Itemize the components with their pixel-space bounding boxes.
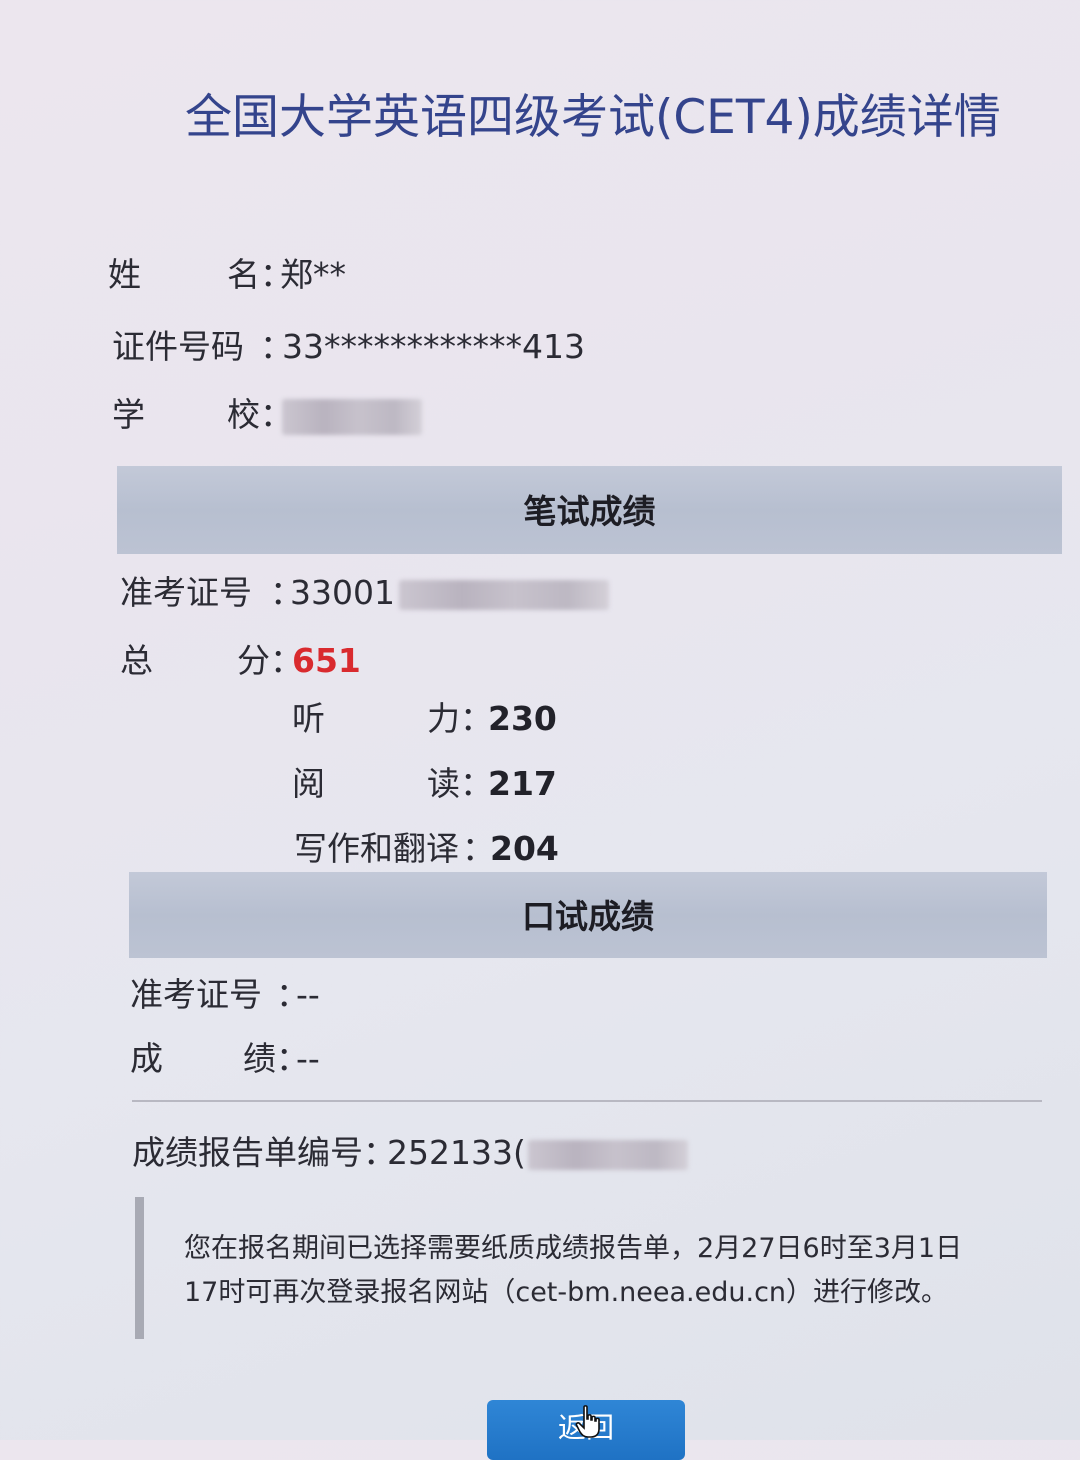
page-title: 全国大学英语四级考试(CET4)成绩详情 bbox=[185, 90, 1001, 145]
colon: ： bbox=[460, 699, 493, 738]
report-number-value: 252133( bbox=[387, 1133, 526, 1172]
name-row: 姓 名 ：郑** bbox=[108, 248, 346, 296]
id-value: 33************413 bbox=[282, 327, 585, 366]
colon: ： bbox=[270, 641, 303, 680]
oral-score-row: 成 绩 ：-- bbox=[130, 1032, 320, 1080]
oral-section-header: 口试成绩 bbox=[129, 872, 1047, 958]
listening-value: 230 bbox=[488, 699, 557, 738]
colon: ： bbox=[260, 327, 293, 366]
school-label: 学 校 bbox=[112, 395, 260, 434]
written-section-header: 笔试成绩 bbox=[117, 466, 1062, 554]
oral-ticket-row: 准考证号 ：-- bbox=[130, 968, 320, 1016]
written-ticket-redacted bbox=[398, 579, 609, 610]
colon: ： bbox=[276, 975, 309, 1014]
colon: ： bbox=[462, 829, 495, 868]
id-label: 证件号码 bbox=[112, 327, 244, 366]
reading-row: 阅 读 ：217 bbox=[292, 757, 557, 805]
writing-row: 写作和翻译：204 bbox=[294, 822, 559, 870]
writing-value: 204 bbox=[490, 829, 559, 868]
notice-box: 您在报名期间已选择需要纸质成绩报告单，2月27日6时至3月1日 17时可再次登录… bbox=[135, 1197, 1004, 1339]
colon: ： bbox=[276, 1039, 309, 1078]
reading-label: 阅 读 bbox=[292, 764, 460, 803]
reading-value: 217 bbox=[488, 764, 557, 803]
total-score-row: 总 分 ：651 bbox=[120, 634, 361, 682]
colon: ： bbox=[270, 573, 303, 612]
divider bbox=[132, 1100, 1042, 1102]
colon: ： bbox=[363, 1133, 396, 1172]
total-label: 总 分 bbox=[120, 641, 270, 680]
school-value-redacted bbox=[282, 398, 422, 435]
writing-label: 写作和翻译 bbox=[294, 829, 459, 868]
oral-score-label: 成 绩 bbox=[130, 1039, 276, 1078]
school-row: 学 校 ： bbox=[112, 388, 422, 436]
listening-row: 听 力 ：230 bbox=[292, 692, 557, 740]
name-value: 郑** bbox=[280, 255, 346, 294]
oral-score-value: -- bbox=[296, 1039, 320, 1078]
report-number-redacted bbox=[527, 1139, 688, 1170]
score-report-page: 全国大学英语四级考试(CET4)成绩详情 姓 名 ：郑** 证件号码 ：33***… bbox=[0, 0, 1080, 1460]
report-number-label: 成绩报告单编号 bbox=[132, 1133, 363, 1172]
hand-cursor-icon bbox=[575, 1405, 600, 1438]
written-ticket-label: 准考证号 bbox=[120, 573, 252, 612]
report-number-row: 成绩报告单编号：252133( bbox=[132, 1126, 688, 1174]
written-ticket-row: 准考证号 ：33001 bbox=[120, 566, 609, 614]
colon: ： bbox=[460, 764, 493, 803]
colon: ： bbox=[260, 395, 293, 434]
oral-ticket-label: 准考证号 bbox=[130, 975, 262, 1014]
written-ticket-value: 33001 bbox=[290, 573, 395, 612]
id-row: 证件号码 ：33************413 bbox=[112, 320, 585, 368]
notice-text: 您在报名期间已选择需要纸质成绩报告单，2月27日6时至3月1日 17时可再次登录… bbox=[184, 1233, 963, 1308]
oral-ticket-value: -- bbox=[296, 975, 320, 1014]
listening-label: 听 力 bbox=[292, 699, 460, 738]
colon: ： bbox=[260, 255, 293, 294]
total-score-value: 651 bbox=[292, 641, 361, 680]
name-label: 姓 名 bbox=[108, 255, 260, 294]
